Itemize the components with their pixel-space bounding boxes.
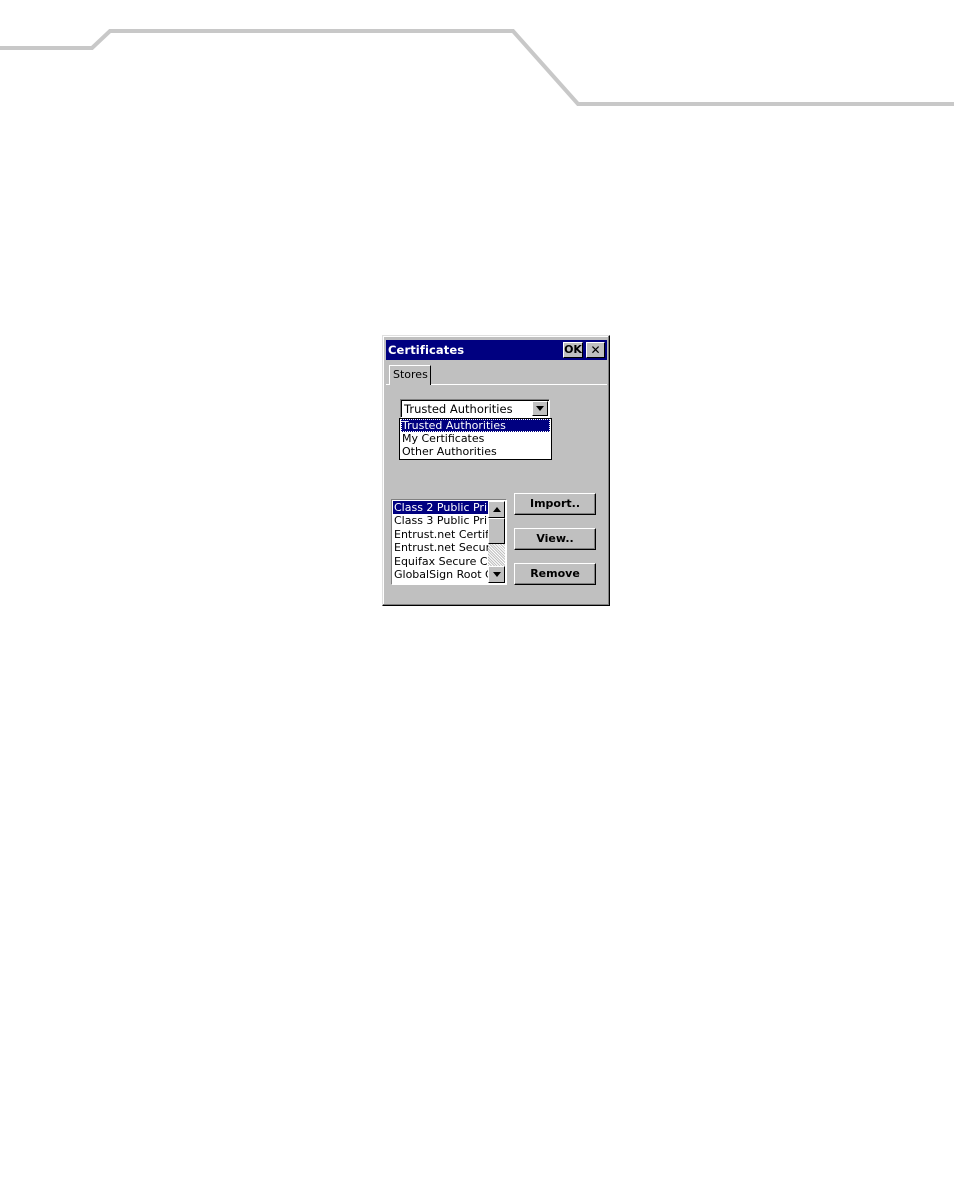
- store-option-other-authorities[interactable]: Other Authorities: [401, 445, 550, 458]
- list-item[interactable]: Entrust.net Secur: [393, 541, 488, 554]
- scroll-down-button[interactable]: [488, 566, 505, 583]
- arrow-down-icon: [493, 572, 501, 577]
- store-select-value: Trusted Authorities: [404, 402, 513, 416]
- certificate-list[interactable]: Class 2 Public Prim Class 3 Public Prim …: [391, 499, 507, 585]
- scroll-thumb[interactable]: [488, 518, 505, 544]
- page-header-rule: [0, 29, 954, 106]
- dialog-title: Certificates: [388, 343, 465, 357]
- tab-divider: [386, 384, 390, 385]
- scroll-up-button[interactable]: [488, 501, 505, 518]
- view-button[interactable]: View..: [514, 528, 596, 550]
- list-item[interactable]: Equifax Secure Ce: [393, 555, 488, 568]
- vertical-scrollbar[interactable]: [488, 501, 505, 583]
- close-icon[interactable]: ✕: [586, 342, 605, 358]
- tab-divider: [431, 384, 607, 385]
- dropdown-button[interactable]: [532, 401, 548, 416]
- list-item[interactable]: Class 2 Public Prim: [393, 501, 488, 515]
- ok-button[interactable]: OK: [563, 342, 583, 358]
- list-item[interactable]: Class 3 Public Prim: [393, 514, 488, 527]
- remove-button[interactable]: Remove: [514, 563, 596, 585]
- list-item[interactable]: GlobalSign Root CA: [393, 568, 488, 581]
- import-button[interactable]: Import..: [514, 493, 596, 515]
- certificates-dialog: Certificates OK ✕ Stores Trusted Authori…: [382, 335, 610, 606]
- store-option-my-certificates[interactable]: My Certificates: [401, 432, 550, 445]
- title-bar: Certificates OK ✕: [386, 340, 607, 360]
- arrow-up-icon: [493, 507, 501, 512]
- chevron-down-icon: [536, 406, 544, 411]
- tab-stores[interactable]: Stores: [389, 365, 431, 385]
- list-item[interactable]: Entrust.net Certifi: [393, 528, 488, 541]
- store-dropdown-list: Trusted Authorities My Certificates Othe…: [399, 418, 552, 460]
- store-option-trusted-authorities[interactable]: Trusted Authorities: [401, 419, 550, 432]
- store-select[interactable]: Trusted Authorities: [400, 399, 550, 418]
